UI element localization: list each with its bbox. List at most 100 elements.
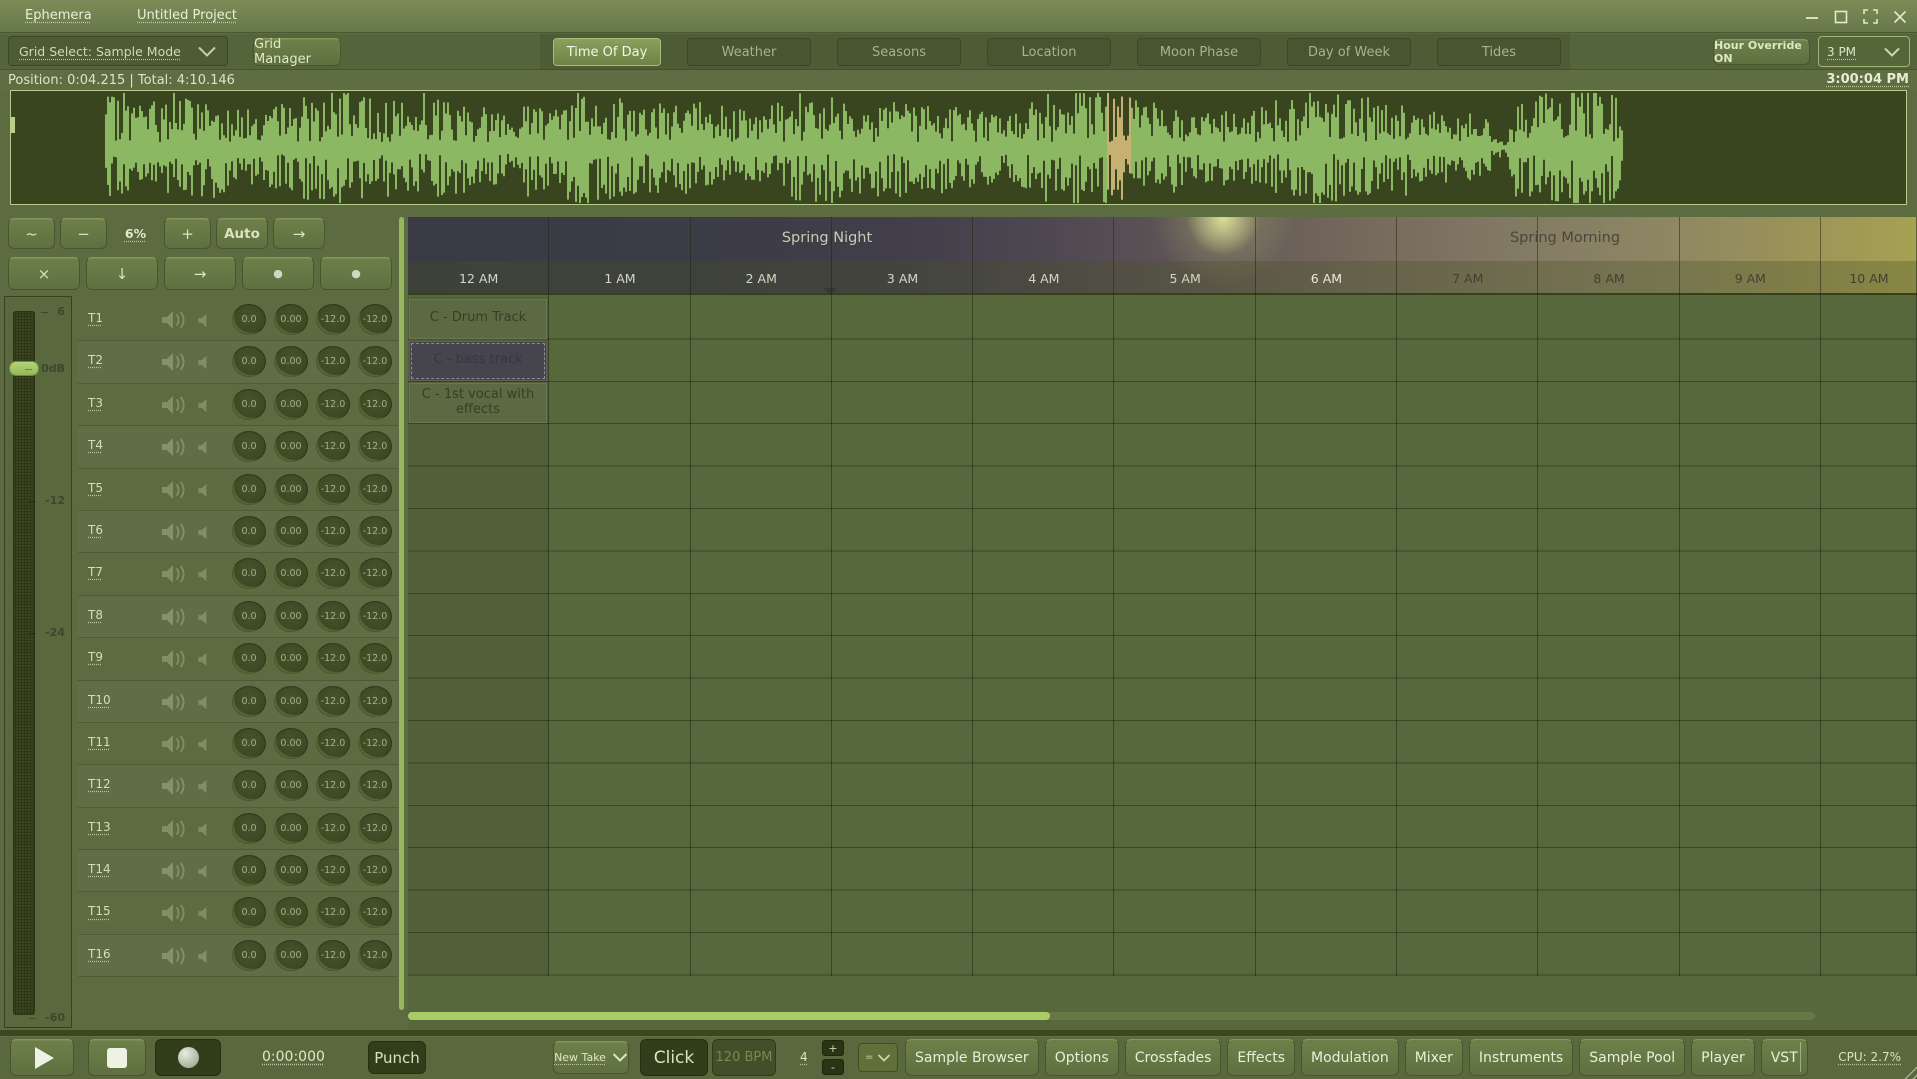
speaker-muted-icon[interactable] — [197, 525, 212, 540]
take-mode-dropdown[interactable]: New Take — [553, 1041, 629, 1074]
send-a-knob[interactable]: -12.0 — [316, 346, 350, 378]
send-b-knob[interactable]: -12.0 — [358, 685, 392, 717]
gain-knob[interactable]: 0.0 — [232, 855, 266, 887]
send-b-knob[interactable]: -12.0 — [358, 431, 392, 463]
speaker-muted-icon[interactable] — [197, 822, 212, 837]
speaker-muted-icon[interactable] — [197, 398, 212, 413]
volume-icon[interactable] — [160, 479, 190, 501]
speaker-muted-icon[interactable] — [197, 779, 212, 794]
speaker-muted-icon[interactable] — [197, 355, 212, 370]
speaker-muted-icon[interactable] — [197, 313, 212, 328]
click-button[interactable]: Click — [640, 1039, 708, 1076]
volume-icon[interactable] — [160, 309, 190, 331]
send-b-knob[interactable]: -12.0 — [358, 855, 392, 887]
send-b-knob[interactable]: -12.0 — [358, 558, 392, 590]
track-label[interactable]: T5 — [88, 481, 103, 495]
send-a-knob[interactable]: -12.0 — [316, 939, 350, 971]
tab-seasons[interactable]: Seasons — [837, 38, 961, 66]
grid-select-dropdown[interactable]: Grid Select: Sample Mode — [8, 36, 228, 66]
timeline-hour-2-am[interactable]: 2 AM — [691, 261, 832, 295]
pan-knob[interactable]: 0.00 — [274, 388, 308, 420]
clip-c-1st-vocal-with-effects[interactable]: C - 1st vocal with effects — [409, 383, 547, 424]
pan-knob[interactable]: 0.00 — [274, 939, 308, 971]
move-right-button[interactable]: → — [164, 257, 236, 290]
app-menu-link[interactable]: Ephemera — [25, 8, 92, 23]
tab-moon-phase[interactable]: Moon Phase — [1137, 38, 1261, 66]
waveform-zoom-icon[interactable]: ~ — [8, 218, 55, 249]
volume-icon[interactable] — [160, 691, 190, 713]
volume-icon[interactable] — [160, 521, 190, 543]
nav-instruments-button[interactable]: Instruments — [1468, 1039, 1574, 1076]
send-b-knob[interactable]: -12.0 — [358, 346, 392, 378]
pan-knob[interactable]: 0.00 — [274, 515, 308, 547]
zoom-in-button[interactable]: + — [164, 218, 211, 249]
gain-knob[interactable]: 0.0 — [232, 346, 266, 378]
volume-icon[interactable] — [160, 733, 190, 755]
send-b-knob[interactable]: -12.0 — [358, 939, 392, 971]
gain-knob[interactable]: 0.0 — [232, 770, 266, 802]
speaker-muted-icon[interactable] — [197, 737, 212, 752]
send-a-knob[interactable]: -12.0 — [316, 897, 350, 929]
track-label[interactable]: T11 — [88, 735, 111, 749]
speaker-muted-icon[interactable] — [197, 567, 212, 582]
horizontal-scrollbar-thumb[interactable] — [408, 1012, 1050, 1020]
beats-decrement-button[interactable]: - — [822, 1059, 844, 1075]
send-b-knob[interactable]: -12.0 — [358, 600, 392, 632]
send-a-knob[interactable]: -12.0 — [316, 558, 350, 590]
send-a-knob[interactable]: -12.0 — [316, 515, 350, 547]
track-label[interactable]: T4 — [88, 438, 103, 452]
pan-knob[interactable]: 0.00 — [274, 346, 308, 378]
track-label[interactable]: T9 — [88, 650, 103, 664]
pan-knob[interactable]: 0.00 — [274, 727, 308, 759]
nav-effects-button[interactable]: Effects — [1227, 1039, 1295, 1076]
timeline-hour-8-am[interactable]: 8 AM — [1538, 261, 1679, 295]
timeline-hour-6-am[interactable]: 6 AM — [1256, 261, 1397, 295]
record-arm-a-icon[interactable]: ● — [242, 257, 314, 290]
speaker-muted-icon[interactable] — [197, 949, 212, 964]
speaker-muted-icon[interactable] — [197, 695, 212, 710]
track-label[interactable]: T10 — [88, 693, 111, 707]
nav-mixer-button[interactable]: Mixer — [1404, 1039, 1463, 1076]
speaker-muted-icon[interactable] — [197, 483, 212, 498]
gain-knob[interactable]: 0.0 — [232, 939, 266, 971]
gain-knob[interactable]: 0.0 — [232, 812, 266, 844]
send-b-knob[interactable]: -12.0 — [358, 727, 392, 759]
gain-knob[interactable]: 0.0 — [232, 473, 266, 505]
send-a-knob[interactable]: -12.0 — [316, 600, 350, 632]
volume-icon[interactable] — [160, 394, 190, 416]
auto-zoom-button[interactable]: Auto — [216, 218, 268, 249]
gain-knob[interactable]: 0.0 — [232, 304, 266, 335]
send-b-knob[interactable]: -12.0 — [358, 897, 392, 929]
send-b-knob[interactable]: -12.0 — [358, 473, 392, 505]
speaker-muted-icon[interactable] — [197, 906, 212, 921]
volume-icon[interactable] — [160, 775, 190, 797]
grid-body[interactable]: C - Drum Track C - bass track C - 1st voca… — [408, 297, 1917, 976]
pan-knob[interactable]: 0.00 — [274, 600, 308, 632]
track-label[interactable]: T7 — [88, 565, 103, 579]
volume-icon[interactable] — [160, 818, 190, 840]
volume-icon[interactable] — [160, 902, 190, 924]
volume-icon[interactable] — [160, 351, 190, 373]
nav-options-button[interactable]: Options — [1044, 1039, 1119, 1076]
tab-tides[interactable]: Tides — [1437, 38, 1561, 66]
clip-c-drum-track[interactable]: C - Drum Track — [409, 298, 547, 339]
send-b-knob[interactable]: -12.0 — [358, 643, 392, 675]
track-label[interactable]: T14 — [88, 862, 111, 876]
track-label[interactable]: T3 — [88, 396, 103, 410]
tab-day-of-week[interactable]: Day of Week — [1287, 38, 1411, 66]
gain-knob[interactable]: 0.0 — [232, 431, 266, 463]
grid-manager-button[interactable]: Grid Manager — [253, 37, 341, 67]
hour-select-dropdown[interactable]: 3 PM — [1818, 36, 1910, 67]
transport-time-readout[interactable]: 0:00:000 — [262, 1049, 325, 1065]
pan-knob[interactable]: 0.00 — [274, 770, 308, 802]
gain-knob[interactable]: 0.0 — [232, 558, 266, 590]
send-b-knob[interactable]: -12.0 — [358, 388, 392, 420]
nav-sample-pool-button[interactable]: Sample Pool — [1579, 1039, 1686, 1076]
pan-knob[interactable]: 0.00 — [274, 643, 308, 675]
tab-location[interactable]: Location — [987, 38, 1111, 66]
timeline-hour-7-am[interactable]: 7 AM — [1397, 261, 1538, 295]
volume-icon[interactable] — [160, 945, 190, 967]
track-label[interactable]: T6 — [88, 523, 103, 537]
pan-knob[interactable]: 0.00 — [274, 812, 308, 844]
minimize-icon[interactable] — [1805, 10, 1819, 24]
